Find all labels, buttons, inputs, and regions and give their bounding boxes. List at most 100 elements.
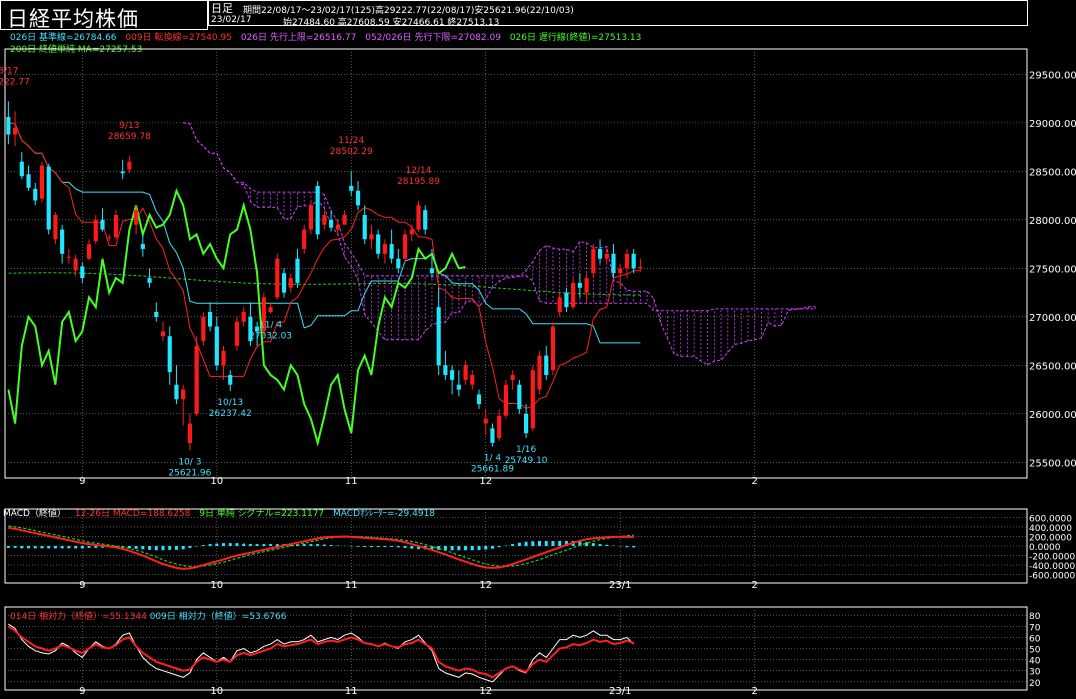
main-month-label: 2	[752, 476, 758, 487]
rsi-y-tick-label: 40	[1029, 657, 1041, 667]
annotation-value: 28195.89	[397, 177, 440, 187]
candle-down	[564, 292, 569, 308]
candle-up	[638, 267, 643, 269]
rsi-y-tick-label: 20	[1029, 679, 1041, 689]
candle-up	[497, 415, 502, 439]
candle-down	[436, 307, 441, 366]
annotation-value: 28659.78	[108, 132, 151, 142]
annotation-date: 11/24	[338, 136, 364, 146]
candle-down	[631, 253, 636, 269]
main-y-tick-label: 27000.00	[1029, 313, 1076, 324]
rsi-month-label: 2	[752, 686, 758, 697]
candle-down	[46, 166, 51, 230]
candle-up	[550, 326, 556, 371]
candle-up	[557, 297, 562, 312]
annotation-date: 1/16	[516, 445, 536, 455]
candle-down	[524, 413, 529, 434]
candle-up	[302, 229, 307, 249]
candle-up	[53, 215, 58, 240]
candle-up	[591, 248, 596, 274]
candle-up	[201, 316, 206, 342]
stock-chart: 25500.00 26000.00 26500.00 27000.00 27500.00…	[0, 48, 1076, 697]
candle-down	[281, 273, 287, 293]
candle-down	[80, 266, 85, 279]
candle-up	[342, 215, 347, 225]
annotation-date: 1/ 4	[484, 454, 502, 464]
candle-down	[597, 248, 603, 259]
candle-up	[584, 278, 589, 293]
macd-y-tick-label: 400.0000	[1029, 524, 1072, 534]
candle-down	[120, 171, 125, 174]
macd-month-label: 11	[345, 580, 358, 591]
candle-down	[147, 278, 152, 283]
candle-down	[389, 244, 394, 259]
macd-month-label: 9	[79, 580, 85, 591]
candle-up	[13, 127, 18, 135]
candle-down	[376, 234, 381, 254]
candle-down	[611, 253, 616, 274]
main-y-tick-label: 26500.00	[1029, 361, 1076, 372]
rsi-y-tick-label: 80	[1029, 612, 1041, 622]
macd-y-tick-label: -600.0000	[1029, 572, 1075, 582]
candle-down	[100, 219, 105, 230]
annotation-date: 9/13	[119, 121, 139, 131]
macd-y-tick-label: 0.0000	[1029, 543, 1061, 553]
candle-up	[503, 384, 508, 416]
candle-down	[423, 210, 428, 230]
candle-down	[456, 384, 461, 390]
rsi-month-label: 12	[479, 686, 492, 697]
candle-down	[443, 365, 448, 376]
rsi-y-tick-label: 50	[1029, 646, 1041, 656]
candle-up	[530, 370, 535, 429]
main-y-tick-label: 28000.00	[1029, 216, 1076, 227]
candle-down	[355, 190, 361, 206]
candle-up	[288, 278, 293, 288]
macd-y-tick-label: -400.0000	[1029, 562, 1075, 572]
macd-y-tick-label: 200.0000	[1029, 533, 1072, 543]
candle-down	[329, 219, 334, 228]
kijun-line	[8, 122, 641, 344]
candle-down	[396, 258, 401, 269]
candle-up	[604, 253, 609, 259]
candle-up	[618, 268, 623, 274]
candle-down	[490, 428, 495, 443]
annotation-value: 26237.42	[209, 409, 252, 419]
candle-down	[228, 375, 233, 385]
macd-month-label: 10	[210, 580, 223, 591]
candle-up	[510, 375, 515, 380]
candle-down	[26, 174, 31, 188]
candle-down	[517, 384, 522, 409]
candle-up	[308, 205, 314, 230]
candle-down	[154, 311, 159, 317]
macd-month-label: 12	[479, 580, 492, 591]
candle-down	[362, 215, 367, 240]
main-panel: 25500.00 26000.00 26500.00 27000.00 27500.00…	[0, 48, 1076, 487]
candle-down	[577, 282, 582, 288]
candle-up	[127, 161, 132, 170]
rsi-panel: 807060 50403020 9 10 11 12 23/1 2	[4, 606, 1041, 697]
annotation-value: 27032.03	[249, 332, 292, 342]
main-y-tick-label: 26000.00	[1029, 410, 1076, 421]
annotation-value: 25749.10	[505, 456, 548, 466]
candle-down	[315, 185, 320, 235]
macd-y-tick-label: -200.0000	[1029, 553, 1075, 563]
macd-month-label: 2	[752, 580, 758, 591]
candle-down	[450, 370, 455, 380]
annotation-date: 10/ 3	[178, 457, 201, 467]
annotation-value: 29222.77	[0, 77, 30, 87]
candle-up	[134, 210, 139, 225]
candle-up	[470, 375, 475, 385]
candle-up	[187, 423, 192, 443]
candle-up	[402, 234, 408, 259]
candle-up	[181, 389, 186, 400]
candle-up	[382, 244, 387, 254]
candle-up	[73, 258, 78, 271]
candle-up	[624, 253, 630, 269]
candle-up	[160, 331, 166, 337]
candle-up	[571, 282, 576, 308]
annotation-value: 25621.96	[168, 468, 211, 478]
rsi14-line	[7, 625, 635, 679]
main-y-tick-label: 29000.00	[1029, 119, 1076, 130]
candle-up	[409, 229, 414, 235]
candle-down	[349, 185, 354, 191]
